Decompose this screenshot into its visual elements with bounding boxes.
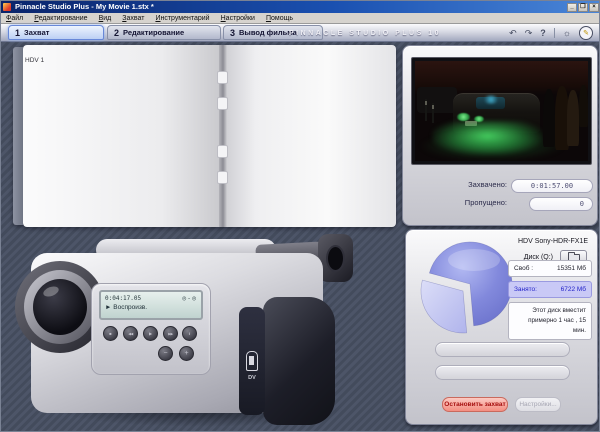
dropped-label: Пропущено: [464,198,507,207]
dropped-row: Пропущено: [403,198,507,207]
titlebar: Pinnacle Studio Plus - My Movie 1.stx * … [1,1,599,13]
pause-button[interactable]: ‖ [182,326,197,341]
tab-capture[interactable]: 1 Захват [8,25,104,40]
status-field-1 [435,342,570,357]
capacity-estimate: Этот диск вместит примерно 1 час , 15 ми… [508,302,592,340]
free-value: 15351 Мб [556,265,586,272]
stop-transport-button[interactable]: ■ [103,326,118,341]
album-page-right[interactable] [225,45,396,227]
captured-label: Захвачено: [468,180,507,189]
play-button[interactable]: ▶ [143,326,158,341]
window-controls: _ ❐ × [567,2,599,12]
dropped-counter: 0 [529,197,593,211]
premium-pencil-icon[interactable]: ✎ [579,26,593,40]
header-tools: ↶ ↷ ? ☼ ✎ [509,26,593,40]
window-title: Pinnacle Studio Plus - My Movie 1.stx * [15,2,154,11]
album-book: HDV 1 [13,45,396,227]
camcorder-grip [263,297,335,425]
video-frame [411,57,592,165]
free-space-box: Своб : 15351 Мб [508,260,592,277]
mode-tabstrip: 1 Захват 2 Редактирование 3 Вывод фильма… [1,24,599,42]
tab-edit[interactable]: 2 Редактирование [107,25,221,40]
scene-car-left [416,87,457,113]
menu-edit[interactable]: Редактирование [34,15,87,22]
spine-binding [217,97,228,110]
dropped-value: 0 [579,200,584,208]
captured-counter: 0:01:57.00 [511,179,593,193]
spine-binding [217,171,228,184]
maximize-button[interactable]: ❐ [578,2,588,12]
viewfinder-lens [326,245,345,272]
menu-capture[interactable]: Захват [122,15,144,22]
divider [553,28,555,38]
album-section-label: HDV 1 [25,57,45,64]
video-preview[interactable] [415,61,588,161]
undo-icon[interactable]: ↶ [509,26,517,40]
scene-person [543,89,556,147]
scene-person [579,85,588,127]
tab-edit-number: 2 [114,27,120,38]
tab-output-number: 3 [230,27,236,38]
captured-row: Захвачено: [403,180,507,189]
rewind-button[interactable]: ◀◀ [123,326,138,341]
used-value: 6722 Мб [560,286,586,293]
free-label: Своб : [514,265,534,272]
close-button[interactable]: × [589,2,599,12]
dv-connector-icon [246,351,258,371]
album-page-left[interactable] [23,45,221,227]
brand-text: PINNACLE STUDIO PLUS 10 [289,30,442,37]
menu-toolbox[interactable]: Инструментарий [155,15,209,22]
settings-button[interactable]: Настройки... [515,397,561,412]
scene-person [567,90,580,146]
lcd-status: ► Воспроизв. [105,304,148,311]
menubar: Файл Редактирование Вид Захват Инструмен… [1,13,599,24]
minimize-button[interactable]: _ [567,2,577,12]
scene-post [425,99,428,121]
tip-bulb-icon[interactable]: ☼ [563,26,571,40]
lens-glass [33,279,87,335]
fast-forward-button[interactable]: ▶▶ [163,326,178,341]
spine-binding [217,145,228,158]
menu-help[interactable]: Помощь [266,15,293,22]
minus-button[interactable]: − [158,346,173,361]
preview-panel: Захвачено: 0:01:57.00 Пропущено: 0 [402,45,598,226]
app-icon [3,3,11,11]
menu-settings[interactable]: Настройки [221,15,255,22]
dv-port-label: DV [248,375,256,381]
album-cover-edge [13,47,23,225]
tab-capture-number: 1 [15,27,21,38]
captured-value: 0:01:57.00 [530,182,574,190]
diskometer-panel: HDV Sony-HDR-FX1E Диск (Q:) Своб: 15351… [405,229,598,425]
disk-usage-pie-chart [420,241,513,334]
scene-post [432,103,435,123]
menu-view[interactable]: Вид [99,15,112,22]
scene-cabin-glow [482,95,500,104]
menu-file[interactable]: Файл [6,15,23,22]
used-space-box: Занято: 6722 Мб [508,281,592,298]
tab-capture-label: Захват [24,28,50,37]
redo-icon[interactable]: ↷ [525,26,533,40]
plus-button[interactable]: + [179,346,194,361]
tab-edit-label: Редактирование [123,28,185,37]
stop-capture-button[interactable]: Остановить захват [442,397,508,412]
lcd-timecode: 0:04:17.05 [105,294,142,302]
used-label: Занято: [514,286,537,293]
camcorder-lcd: 0:04:17.05 ◎-◎ ► Воспроизв. [99,290,203,320]
tape-reels-icon: ◎-◎ [182,294,197,302]
help-icon[interactable]: ? [540,26,546,40]
pinnacle-studio-window: Pinnacle Studio Plus - My Movie 1.stx * … [0,0,600,432]
status-field-2 [435,365,570,380]
capture-device-name: HDV Sony-HDR-FX1E [517,238,588,245]
spine-binding [217,71,228,84]
